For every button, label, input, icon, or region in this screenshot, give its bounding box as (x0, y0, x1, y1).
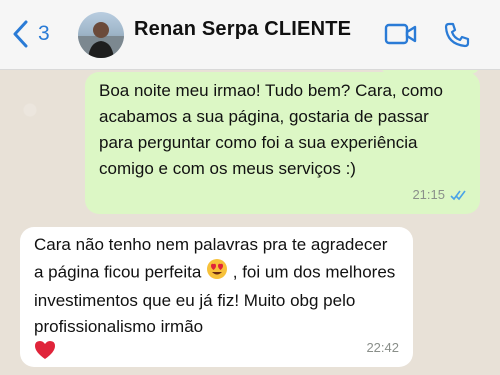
message-text: Boa noite meu irmao! Tudo bem? Cara, com… (99, 81, 443, 178)
incoming-message[interactable]: Cara não tenho nem palavras pra te agrad… (20, 227, 413, 367)
message-meta: 21:15 (412, 182, 468, 208)
red-heart-emoji-icon (34, 340, 56, 368)
message-meta: 22:42 (366, 335, 399, 361)
chat-header: 3 Renan Serpa CLIENTE (0, 0, 500, 70)
avatar[interactable] (78, 12, 124, 58)
video-call-button[interactable] (384, 22, 418, 51)
message-time: 22:42 (366, 340, 399, 355)
outgoing-message[interactable]: Boa noite meu irmao! Tudo bem? Cara, com… (85, 72, 480, 214)
chat-area[interactable]: Boa noite meu irmao! Tudo bem? Cara, com… (0, 70, 500, 375)
read-ticks-icon (450, 190, 466, 201)
back-button[interactable]: 3 (12, 20, 50, 48)
voice-call-button[interactable] (443, 21, 471, 54)
video-call-icon (384, 23, 417, 45)
unread-count: 3 (38, 22, 50, 45)
message-time: 21:15 (412, 187, 445, 202)
chevron-left-icon (13, 20, 28, 48)
heart-eyes-emoji-icon (206, 258, 228, 288)
contact-name[interactable]: Renan Serpa CLIENTE (134, 18, 351, 41)
phone-icon (444, 22, 470, 48)
